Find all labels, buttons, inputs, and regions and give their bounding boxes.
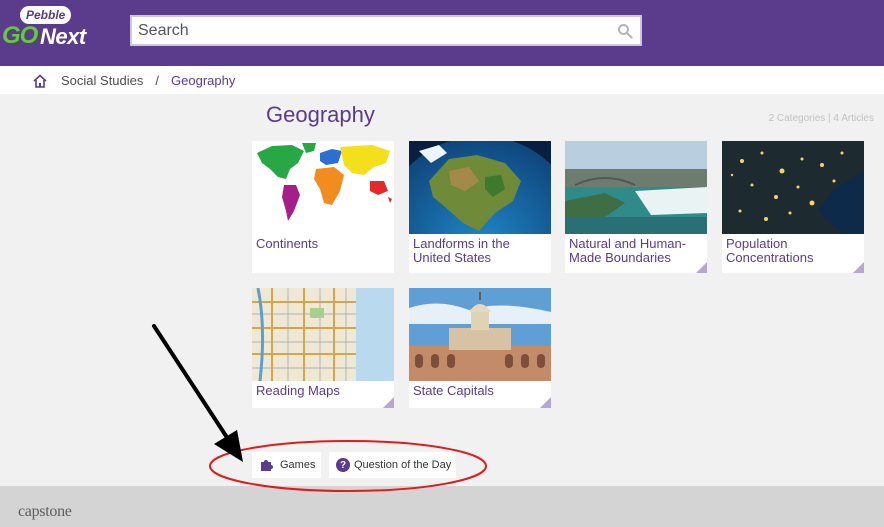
card-label: Population Concentrations (726, 236, 814, 265)
pebblego-next-logo[interactable]: Pebble GO Next (2, 4, 102, 54)
search-box (130, 15, 642, 46)
landforms-globe-image (409, 141, 551, 234)
card-label: State Capitals (413, 383, 494, 398)
annotation-arrow-shaft (152, 324, 232, 444)
category-article-count: 2 Categories | 4 Articles (768, 113, 874, 124)
home-icon[interactable] (32, 73, 48, 88)
category-card-reading-maps[interactable]: Reading Maps (252, 288, 394, 408)
card-label: Natural and Human-Made Boundaries (569, 236, 687, 265)
street-map-image (252, 288, 394, 381)
corner-triangle-icon (853, 262, 864, 273)
corner-triangle-icon (540, 397, 551, 408)
footer: capstone (0, 486, 884, 527)
card-label: Landforms in the United States (413, 236, 510, 265)
search-icon[interactable] (610, 23, 640, 39)
breadcrumb-geography-current: Geography (171, 73, 236, 88)
search-input[interactable] (132, 17, 610, 44)
category-card-boundaries[interactable]: Natural and Human-Made Boundaries (565, 141, 707, 273)
question-of-the-day-label: Question of the Day (354, 459, 452, 471)
breadcrumb: Social Studies / Geography (32, 73, 235, 88)
logo-go-text: GO (2, 22, 38, 49)
top-header: Pebble GO Next (0, 0, 884, 66)
continents-map-image (252, 141, 394, 234)
games-button[interactable]: Games (252, 452, 321, 478)
boundaries-falls-image (565, 141, 707, 234)
category-card-landforms[interactable]: Landforms in the United States (409, 141, 551, 273)
category-card-continents[interactable]: Continents (252, 141, 394, 273)
logo-next-text: Next (40, 24, 86, 49)
breadcrumb-separator: / (155, 73, 160, 88)
category-card-population[interactable]: Population Concentrations (722, 141, 864, 273)
card-label: Continents (256, 236, 319, 251)
puzzle-piece-icon (260, 458, 274, 472)
category-card-state-capitals[interactable]: State Capitals (409, 288, 551, 408)
annotation-arrowhead (214, 430, 243, 462)
corner-triangle-icon (696, 262, 707, 273)
page-title: Geography (266, 102, 375, 127)
question-mark-icon: ? (336, 458, 350, 472)
population-night-lights-image (722, 141, 864, 234)
breadcrumb-social-studies-link[interactable]: Social Studies (61, 73, 143, 88)
capitol-building-image (409, 288, 551, 381)
games-label: Games (280, 459, 316, 471)
breadcrumb-bar: Social Studies / Geography (0, 66, 884, 94)
corner-triangle-icon (383, 397, 394, 408)
card-label: Reading Maps (256, 383, 340, 398)
capstone-logo[interactable]: capstone (18, 503, 72, 521)
question-of-the-day-button[interactable]: ? Question of the Day (329, 452, 456, 478)
